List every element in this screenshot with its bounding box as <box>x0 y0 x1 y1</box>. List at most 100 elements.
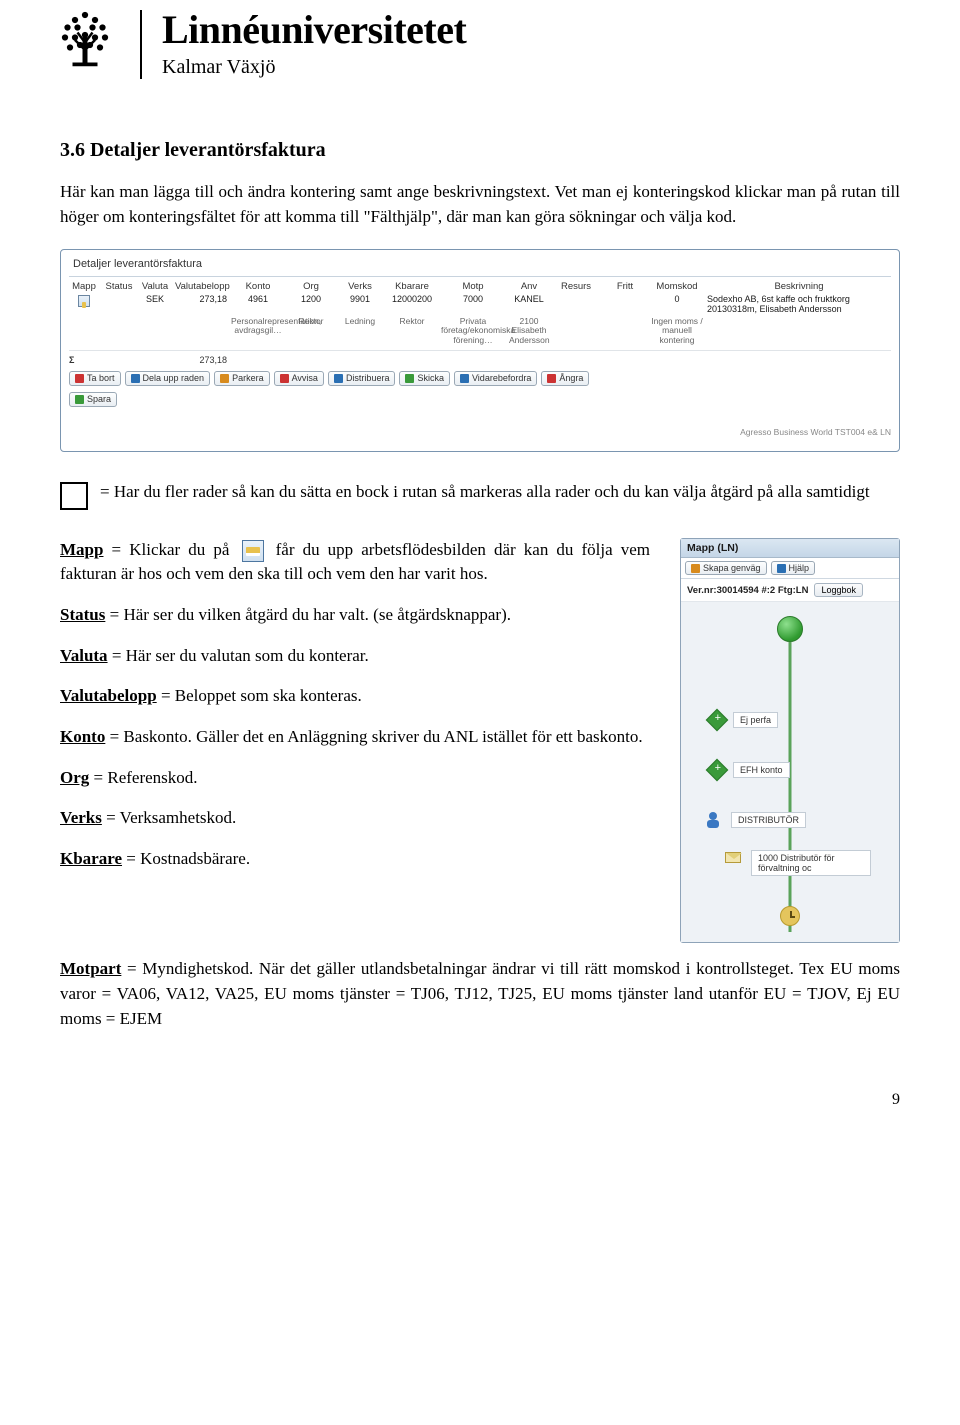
wordmark-block: Linnéuniversitetet Kalmar Växjö <box>140 10 466 79</box>
col-fritt: Fritt <box>603 279 647 294</box>
cell-status[interactable] <box>103 294 135 296</box>
sub-anv: 2100 Elisabeth Andersson <box>509 316 549 346</box>
col-momskod: Momskod <box>651 279 703 294</box>
cell-org[interactable]: 1200 <box>289 294 333 306</box>
col-mapp: Mapp <box>69 279 99 294</box>
envelope-icon <box>725 852 741 863</box>
cell-valuta: SEK <box>139 294 171 306</box>
checkbox-icon <box>60 482 88 510</box>
cell-fritt[interactable] <box>603 294 647 296</box>
sub-momskod: Ingen moms / manuell kontering <box>651 316 703 346</box>
cell-anv[interactable]: KANEL <box>509 294 549 306</box>
person-icon <box>703 810 723 830</box>
workflow-connector-line <box>789 642 792 932</box>
sub-verks: Ledning <box>337 316 383 327</box>
workflow-ver-nr: Ver.nr:30014594 #:2 Ftg:LN <box>687 585 808 596</box>
skicka-button[interactable]: Skicka <box>399 371 450 386</box>
spara-button[interactable]: Spara <box>69 392 117 407</box>
workflow-title: Mapp (LN) <box>681 539 899 558</box>
workflow-panel: Mapp (LN) Skapa genväg Hjälp Ver.nr:3001… <box>680 538 900 944</box>
panel-toolbar: Ta bort Dela upp raden Parkera Avvisa Di… <box>69 371 891 386</box>
def-mapp: Mapp = Klickar du på får du upp arbetsfl… <box>60 538 650 587</box>
campus-subtitle: Kalmar Växjö <box>162 56 466 79</box>
header: Linnéuniversitetet Kalmar Växjö <box>60 0 900 99</box>
workflow-1000-node: 1000 Distributör för förvaltning oc <box>751 850 871 876</box>
circle-icon <box>777 616 803 642</box>
col-valuta: Valuta <box>139 279 171 294</box>
cell-momskod[interactable]: 0 <box>651 294 703 306</box>
vidarebefordra-button[interactable]: Vidarebefordra <box>454 371 537 386</box>
sub-kbarare: Rektor <box>387 316 437 327</box>
workflow-meta: Ver.nr:30014594 #:2 Ftg:LN Loggbok <box>681 579 899 602</box>
workflow-box-distributor: DISTRIBUTÖR <box>731 812 806 828</box>
grid-data-row[interactable]: SEK 273,18 4961 1200 9901 12000200 7000 … <box>69 294 891 316</box>
col-status: Status <box>103 279 135 294</box>
cell-beskrivning[interactable]: Sodexho AB, 6st kaffe och fruktkorg 2013… <box>707 294 891 316</box>
workflow-box-ej-perfa: Ej perfa <box>733 712 778 728</box>
def-verks: Verks = Verksamhetskod. <box>60 806 650 831</box>
workflow-ej-perfa-node: Ej perfa <box>709 712 778 728</box>
def-valutabelopp: Valutabelopp = Beloppet som ska konteras… <box>60 684 650 709</box>
cell-kbarare[interactable]: 12000200 <box>387 294 437 306</box>
sub-org: Rektor <box>289 316 333 327</box>
def-status: Status = Här ser du vilken åtgärd du har… <box>60 603 650 628</box>
def-konto: Konto = Baskonto. Gäller det en Anläggni… <box>60 725 650 750</box>
detaljer-panel: Detaljer leverantörsfaktura Mapp Status … <box>60 249 900 451</box>
cell-valutabelopp[interactable]: 273,18 <box>175 294 227 306</box>
grid-desc-row: Personalrepresentation, avdragsgil… Rekt… <box>69 316 891 346</box>
section-intro: Här kan man lägga till och ändra konteri… <box>60 180 900 229</box>
sub-konto: Personalrepresentation, avdragsgil… <box>231 316 285 337</box>
plus-diamond-icon <box>706 709 729 732</box>
def-org: Org = Referenskod. <box>60 766 650 791</box>
legend-row: = Har du fler rader så kan du sätta en b… <box>60 480 900 510</box>
workflow-efh-node: EFH konto <box>709 762 790 778</box>
loggbok-button[interactable]: Loggbok <box>814 583 863 597</box>
col-kbarare: Kbarare <box>387 279 437 294</box>
grid-sum-row: Σ 273,18 <box>69 350 891 365</box>
sum-valutabelopp: 273,18 <box>175 355 227 365</box>
parkera-button[interactable]: Parkera <box>214 371 270 386</box>
legend-text: = Har du fler rader så kan du sätta en b… <box>100 480 870 504</box>
ta-bort-button[interactable]: Ta bort <box>69 371 121 386</box>
grid-header-row: Mapp Status Valuta Valutabelopp Konto Or… <box>69 279 891 294</box>
sigma-icon: Σ <box>69 355 99 365</box>
workflow-canvas: Ej perfa EFH konto DISTRIBUTÖR 1000 Dist… <box>681 602 899 942</box>
col-motp: Motp <box>441 279 505 294</box>
page-number: 9 <box>60 1091 900 1109</box>
col-konto: Konto <box>231 279 285 294</box>
def-motpart: Motpart = Myndighetskod. När det gäller … <box>60 957 900 1031</box>
university-tree-logo <box>60 10 110 70</box>
university-name: Linnéuniversitetet <box>162 10 466 50</box>
workflow-toolbar: Skapa genväg Hjälp <box>681 558 899 580</box>
cell-verks[interactable]: 9901 <box>337 294 383 306</box>
def-valuta: Valuta = Här ser du valutan som du konte… <box>60 644 650 669</box>
workflow-start-node <box>777 616 803 642</box>
workflow-box-1000: 1000 Distributör för förvaltning oc <box>751 850 871 876</box>
panel-footer-text: Agresso Business World TST004 e& LN <box>69 427 891 437</box>
definitions-column: Mapp = Klickar du på får du upp arbetsfl… <box>60 538 650 888</box>
def-kbarare: Kbarare = Kostnadsbärare. <box>60 847 650 872</box>
col-resurs: Resurs <box>553 279 599 294</box>
col-beskrivning: Beskrivning <box>707 279 891 294</box>
avvisa-button[interactable]: Avvisa <box>274 371 324 386</box>
dela-upp-raden-button[interactable]: Dela upp raden <box>125 371 211 386</box>
workflow-box-efh: EFH konto <box>733 762 790 778</box>
skapa-genvag-button[interactable]: Skapa genväg <box>685 561 767 576</box>
sub-motp: Privata företag/ekonomiska förening… <box>441 316 505 346</box>
cell-mapp[interactable] <box>69 294 99 308</box>
workflow-distributor-node: DISTRIBUTÖR <box>703 810 806 830</box>
distribuera-button[interactable]: Distribuera <box>328 371 396 386</box>
col-verks: Verks <box>337 279 383 294</box>
workflow-clock-node <box>780 906 800 926</box>
col-anv: Anv <box>509 279 549 294</box>
panel-title: Detaljer leverantörsfaktura <box>69 256 891 277</box>
cell-motp[interactable]: 7000 <box>441 294 505 306</box>
angra-button[interactable]: Ångra <box>541 371 589 386</box>
col-org: Org <box>289 279 333 294</box>
cell-konto[interactable]: 4961 <box>231 294 285 306</box>
plus-diamond-icon <box>706 759 729 782</box>
hjalp-button[interactable]: Hjälp <box>771 561 816 576</box>
cell-resurs[interactable] <box>553 294 599 296</box>
section-heading: 3.6 Detaljer leverantörsfaktura <box>60 139 900 162</box>
clock-icon <box>780 906 800 926</box>
